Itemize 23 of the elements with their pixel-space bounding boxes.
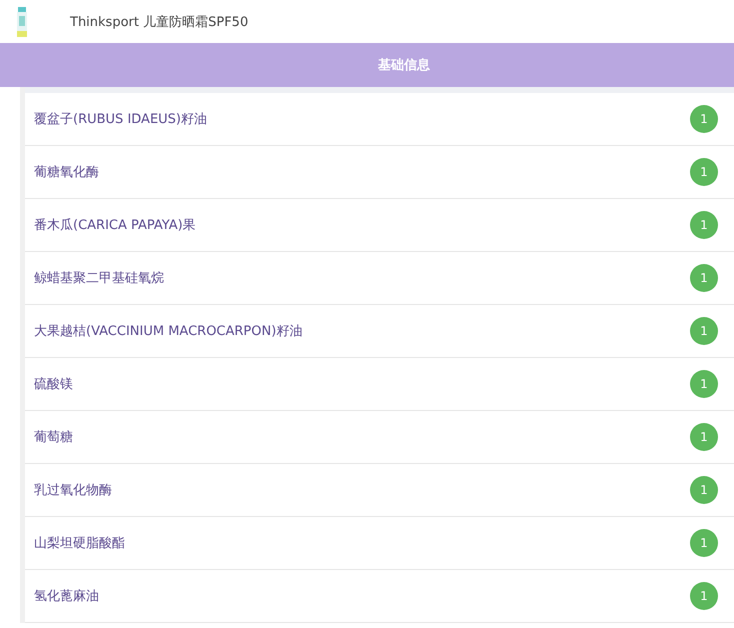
section-header: 基础信息 [0,43,734,87]
ingredient-name[interactable]: 硫酸镁 [34,375,73,393]
product-title: Thinksport 儿童防晒霜SPF50 [70,14,248,30]
count-badge: 1 [690,158,718,186]
count-badge: 1 [690,211,718,239]
ingredient-name[interactable]: 山梨坦硬脂酸酯 [34,534,125,552]
count-badge: 1 [690,476,718,504]
ingredient-name[interactable]: 覆盆子(RUBUS IDAEUS)籽油 [34,110,207,128]
ingredient-name[interactable]: 葡萄糖 [34,428,73,446]
count-badge: 1 [690,317,718,345]
ingredient-name[interactable]: 番木瓜(CARICA PAPAYA)果 [34,216,196,234]
count-badge: 1 [690,423,718,451]
ingredient-name[interactable]: 鲸蜡基聚二甲基硅氧烷 [34,269,164,287]
ingredient-name[interactable]: 葡糖氧化酶 [34,163,99,181]
count-badge: 1 [690,529,718,557]
ingredient-name[interactable]: 乳过氧化物酶 [34,481,112,499]
count-badge: 1 [690,370,718,398]
count-badge: 1 [690,264,718,292]
ingredient-name[interactable]: 氢化蓖麻油 [34,587,99,605]
count-badge: 1 [690,582,718,610]
count-badge: 1 [690,105,718,133]
sunscreen-tube-icon [17,6,27,36]
ingredient-name[interactable]: 大果越桔(VACCINIUM MACROCARPON)籽油 [34,322,302,340]
